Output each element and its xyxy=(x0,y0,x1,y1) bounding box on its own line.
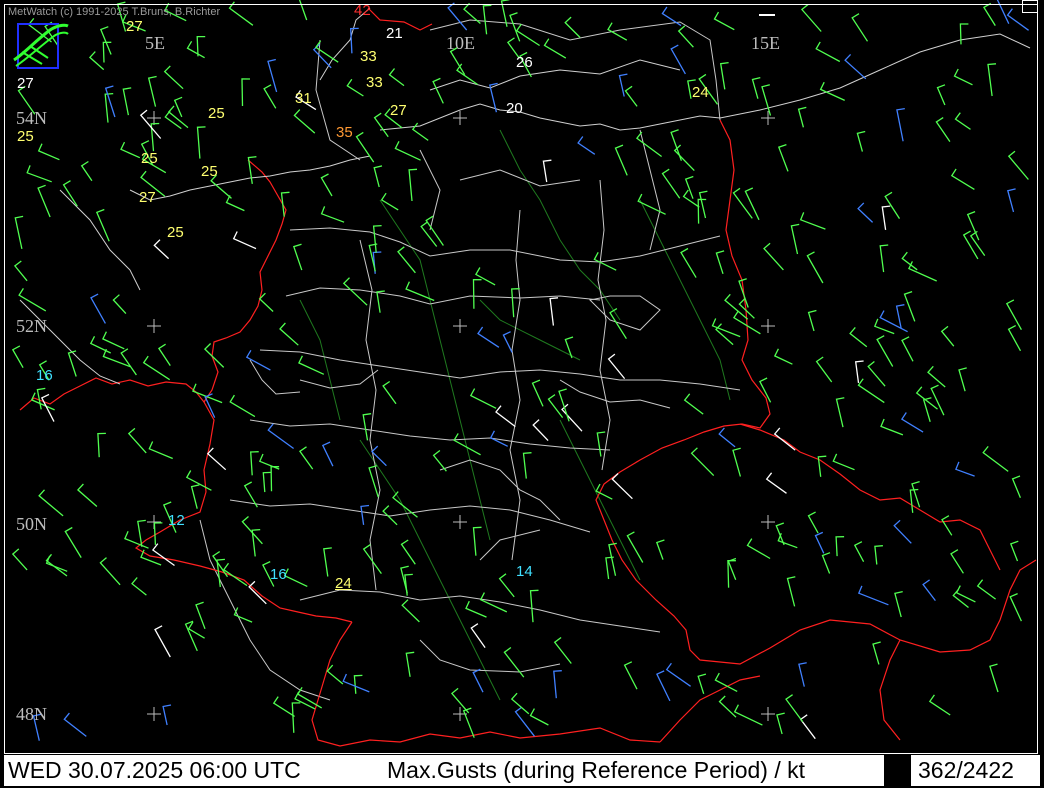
metwatch-logo-icon xyxy=(13,23,69,69)
station-value[interactable]: 27 xyxy=(17,75,34,92)
lat-label-52n: 52N xyxy=(16,316,47,336)
station-value[interactable]: 25 xyxy=(17,128,34,145)
minimize-icon[interactable] xyxy=(758,4,776,16)
status-bar: WED 30.07.2025 06:00 UTC Max.Gusts (duri… xyxy=(4,755,1040,786)
status-count: 362/2422 xyxy=(918,757,1014,783)
copyright-text: MetWatch (c) 1991-2025 T.Bruns, B.Richte… xyxy=(8,6,221,18)
lat-label-50n: 50N xyxy=(16,514,47,534)
station-value[interactable]: 33 xyxy=(366,74,383,91)
station-value[interactable]: 16 xyxy=(270,566,287,583)
station-value[interactable]: 27 xyxy=(126,18,143,35)
station-value[interactable]: 42 xyxy=(354,2,371,19)
lat-label-54n: 54N xyxy=(16,108,47,128)
station-value[interactable]: 26 xyxy=(516,54,533,71)
lat-label-48n: 48N xyxy=(16,704,47,724)
close-icon[interactable] xyxy=(1022,0,1038,13)
lon-label-10e: 10E xyxy=(446,33,475,53)
station-value[interactable]: 12 xyxy=(168,512,185,529)
station-value[interactable]: 35 xyxy=(336,124,353,141)
status-separator xyxy=(884,755,911,786)
station-value[interactable]: 24 xyxy=(692,84,709,101)
status-title: Max.Gusts (during Reference Period) / kt xyxy=(387,757,805,783)
station-value[interactable]: 25 xyxy=(208,105,225,122)
station-value[interactable]: 27 xyxy=(139,189,156,206)
station-value[interactable]: 20 xyxy=(506,100,523,117)
lon-label-15e: 15E xyxy=(751,33,780,53)
station-value[interactable]: 25 xyxy=(201,163,218,180)
station-value[interactable]: 33 xyxy=(360,48,377,65)
station-value[interactable]: 16 xyxy=(36,367,53,384)
station-value[interactable]: 14 xyxy=(516,563,533,580)
status-time: WED 30.07.2025 06:00 UTC xyxy=(8,757,301,783)
station-value[interactable]: 31 xyxy=(295,90,312,107)
lon-label-5e: 5E xyxy=(145,33,165,53)
station-value[interactable]: 21 xyxy=(386,25,403,42)
station-value[interactable]: 25 xyxy=(141,150,158,167)
station-value[interactable]: 24 xyxy=(335,575,352,592)
station-value[interactable]: 27 xyxy=(390,102,407,119)
map-window: MetWatch (c) 1991-2025 T.Bruns, B.Richte… xyxy=(0,0,1044,788)
station-value[interactable]: 25 xyxy=(167,224,184,241)
